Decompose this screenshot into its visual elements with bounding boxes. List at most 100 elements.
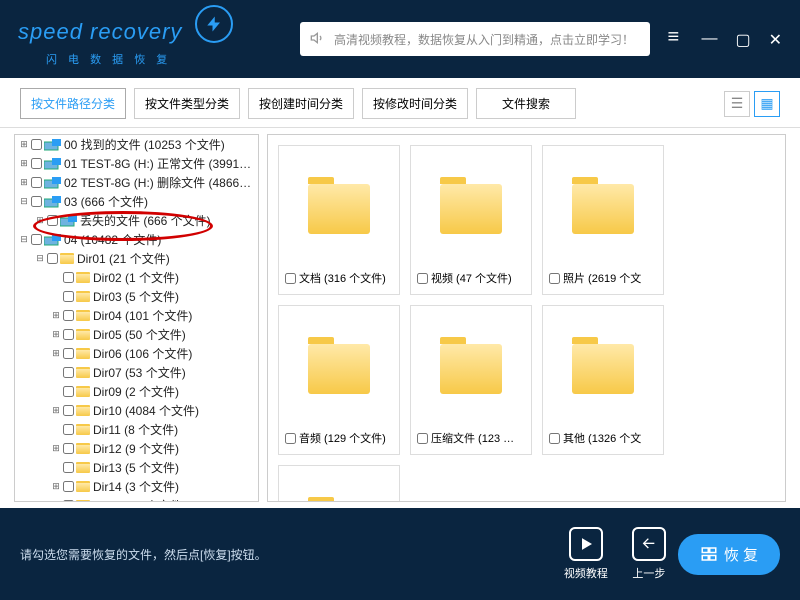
tree-expander[interactable]: ⊞ [51,310,61,321]
tree-checkbox[interactable] [31,177,42,188]
tree-node[interactable]: Dir07 (53 个文件) [15,363,258,382]
tree-node[interactable]: Dir09 (2 个文件) [15,382,258,401]
tree-node[interactable]: ⊞Dir10 (4084 个文件) [15,401,258,420]
logo-subtitle: 闪 电 数 据 恢 复 [46,51,233,67]
tree-expander[interactable]: ⊞ [19,177,29,188]
tree-checkbox[interactable] [31,234,42,245]
card-label-row: 压缩文件 (123 … [417,430,525,446]
drive-icon [44,139,62,151]
tab-by-modified[interactable]: 按修改时间分类 [362,88,468,119]
tree-node[interactable]: ⊟03 (666 个文件) [15,192,258,211]
category-card[interactable]: 文档 (316 个文件) [278,145,400,295]
tree-node[interactable]: ⊟ Dir01 (21 个文件) [15,249,258,268]
tree-checkbox[interactable] [63,310,74,321]
tree-expander[interactable]: ⊟ [35,253,45,264]
menu-icon[interactable] [667,30,683,50]
tree-checkbox[interactable] [63,443,74,454]
drive-icon [44,158,62,170]
tree-node[interactable]: Dir11 (8 个文件) [15,420,258,439]
tree-checkbox[interactable] [63,386,74,397]
tree-checkbox[interactable] [47,253,58,264]
tree-checkbox[interactable] [63,272,74,283]
tree-node[interactable]: ⊞ Dir04 (101 个文件) [15,306,258,325]
card-checkbox[interactable] [549,433,560,444]
tab-by-path[interactable]: 按文件路径分类 [20,88,126,119]
tree-expander[interactable]: ⊞ [19,158,29,169]
tab-search[interactable]: 文件搜索 [476,88,576,119]
tree-checkbox[interactable] [31,196,42,207]
footer-bar: 请勾选您需要恢复的文件，然后点[恢复]按钮。 视频教程 上一步 恢 复 [0,508,800,600]
tree-expander[interactable]: ⊞ [51,443,61,454]
tree-expander[interactable]: ⊟ [19,196,29,207]
drive-icon [60,215,78,227]
tree-expander[interactable]: ⊞ [51,500,61,502]
tree-node[interactable]: ⊞丢失的文件 (666 个文件) [15,211,258,230]
tree-node[interactable]: ⊟04 (10482 个文件) [15,230,258,249]
tree-node[interactable]: ⊞Dir15 (33 个文件) [15,496,258,502]
category-card[interactable]: 其他 (1326 个文 [542,305,664,455]
tree-node[interactable]: ⊞02 TEST-8G (H:) 删除文件 (4866… [15,173,258,192]
tree-checkbox[interactable] [63,424,74,435]
card-checkbox[interactable] [285,273,296,284]
promo-banner[interactable]: 高清视频教程，数据恢复从入门到精通，点击立即学习！ [300,22,650,56]
tree-label: Dir03 (5 个文件) [93,288,179,305]
card-checkbox[interactable] [285,433,296,444]
tree-node[interactable]: ⊞Dir05 (50 个文件) [15,325,258,344]
folder-icon [60,253,74,264]
card-checkbox[interactable] [417,433,428,444]
tree-expander[interactable]: ⊞ [19,139,29,150]
back-button[interactable]: 上一步 [632,527,666,581]
card-label-row: 音频 (129 个文件) [285,430,393,446]
category-card[interactable]: 视频 (47 个文件) [410,145,532,295]
minimize-button[interactable]: — [701,30,717,50]
tab-by-created[interactable]: 按创建时间分类 [248,88,354,119]
tree-expander[interactable]: ⊞ [35,215,45,226]
card-label: 文档 (316 个文件) [299,270,386,286]
tree-node[interactable]: ⊞ Dir12 (9 个文件) [15,439,258,458]
tree-checkbox[interactable] [63,329,74,340]
tree-label: Dir14 (3 个文件) [93,478,179,495]
tree-checkbox[interactable] [63,291,74,302]
folder-icon [308,344,370,394]
tree-checkbox[interactable] [31,139,42,150]
tree-node[interactable]: ⊞01 TEST-8G (H:) 正常文件 (3991… [15,154,258,173]
tree-node[interactable]: Dir02 (1 个文件) [15,268,258,287]
list-view-button[interactable]: ☰ [724,91,750,117]
tree-node[interactable]: ⊞ Dir14 (3 个文件) [15,477,258,496]
close-button[interactable]: ✕ [769,30,782,50]
card-label-row: 照片 (2619 个文 [549,270,657,286]
tree-checkbox[interactable] [63,500,74,502]
grid-view-button[interactable]: ▦ [754,91,780,117]
category-card[interactable]: 压缩文件 (123 … [410,305,532,455]
maximize-button[interactable]: ▢ [735,30,750,50]
tree-node[interactable]: ⊞Dir06 (106 个文件) [15,344,258,363]
tree-checkbox[interactable] [31,158,42,169]
video-tutorial-button[interactable]: 视频教程 [564,527,608,581]
tree-expander[interactable]: ⊞ [51,348,61,359]
card-checkbox[interactable] [549,273,560,284]
tree-expander[interactable]: ⊟ [19,234,29,245]
category-card[interactable]: 图像 (5693 个文 [278,465,400,502]
tree-node[interactable]: Dir13 (5 个文件) [15,458,258,477]
tree-checkbox[interactable] [63,348,74,359]
card-checkbox[interactable] [417,273,428,284]
category-card[interactable]: 照片 (2619 个文 [542,145,664,295]
tree-checkbox[interactable] [63,481,74,492]
tree-checkbox[interactable] [63,462,74,473]
tree-label: Dir04 (101 个文件) [93,307,192,324]
tree-node[interactable]: ⊞00 找到的文件 (10253 个文件) [15,135,258,154]
tree-label: Dir01 (21 个文件) [77,250,170,267]
tree-expander[interactable]: ⊞ [51,405,61,416]
tree-label: Dir12 (9 个文件) [93,440,179,457]
tree-expander[interactable]: ⊞ [51,329,61,340]
recover-button[interactable]: 恢 复 [678,534,780,575]
tree-expander[interactable]: ⊞ [51,481,61,492]
tree-checkbox[interactable] [63,367,74,378]
tree-checkbox[interactable] [63,405,74,416]
tree-node[interactable]: Dir03 (5 个文件) [15,287,258,306]
category-card[interactable]: 音频 (129 个文件) [278,305,400,455]
tab-by-type[interactable]: 按文件类型分类 [134,88,240,119]
tree-label: Dir11 (8 个文件) [93,421,178,438]
tree-checkbox[interactable] [47,215,58,226]
folder-tree[interactable]: ⊞00 找到的文件 (10253 个文件)⊞01 TEST-8G (H:) 正常… [14,134,259,502]
